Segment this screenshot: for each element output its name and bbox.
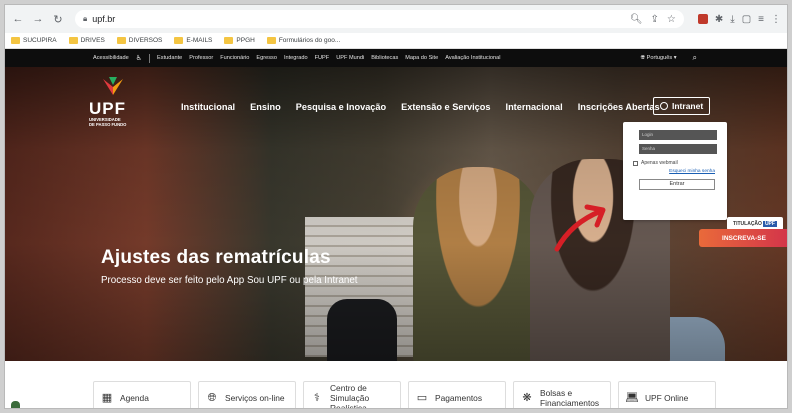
bookmark-drives[interactable]: DRIVES	[68, 37, 105, 44]
topbar-estudante[interactable]: Estudante	[157, 55, 182, 61]
topbar-professor[interactable]: Professor	[189, 55, 213, 61]
bookmark-forms[interactable]: Formulários do goo...	[266, 37, 340, 44]
intranet-button[interactable]: Intranet	[653, 97, 711, 115]
intranet-login-panel: Login Senha Apenas webmail Esqueci minha…	[623, 122, 727, 220]
topbar-avaliacao[interactable]: Avaliação Institucional	[445, 55, 500, 61]
download-icon[interactable]: ⤓	[730, 14, 734, 25]
globe-icon: 🌐︎	[207, 392, 217, 404]
webmail-checkbox[interactable]: Apenas webmail	[633, 160, 721, 166]
folder-icon	[266, 37, 276, 44]
topbar-bibliotecas[interactable]: Bibliotecas	[371, 55, 398, 61]
payment-icon: ▭	[416, 392, 428, 404]
primary-menu: Institucional Ensino Pesquisa e Inovação…	[181, 102, 660, 112]
stethoscope-icon: ⚕	[314, 392, 320, 404]
browser-toolbar: ← → ↻ 🔒︎ upf.br 🔍︎ ⇪ ☆ ✱ ⤓ ▢ ≡ ⋮	[5, 5, 787, 33]
search-icon[interactable]: ⌕	[693, 53, 697, 63]
topbar-mapa-do-site[interactable]: Mapa do Site	[405, 55, 438, 61]
folder-icon	[11, 37, 20, 44]
logo-mark-icon	[103, 77, 123, 95]
search-icon[interactable]: 🔍︎	[630, 14, 643, 25]
lock-icon: 🔒︎	[83, 14, 88, 23]
topbar-integrado[interactable]: Integrado	[284, 55, 308, 61]
list-icon[interactable]: ≡	[758, 14, 764, 25]
browser-window: ← → ↻ 🔒︎ upf.br 🔍︎ ⇪ ☆ ✱ ⤓ ▢ ≡ ⋮ SUCUPIR…	[4, 4, 788, 409]
calendar-icon: ▦	[101, 392, 113, 404]
menu-icon[interactable]: ⋮	[771, 14, 781, 25]
upf-site: Acessibilidade ♿︎ Estudante Professor Fu…	[5, 49, 787, 408]
top-utility-bar: Acessibilidade ♿︎ Estudante Professor Fu…	[5, 49, 787, 67]
checkbox-icon	[633, 160, 638, 166]
inscreva-se-button[interactable]: INSCREVA-SE	[699, 229, 787, 247]
login-field[interactable]: Login	[639, 130, 717, 140]
laptop-icon: 💻︎	[625, 392, 639, 404]
bookmark-star-icon[interactable]: ☆	[667, 14, 676, 25]
topbar-upf-mundi[interactable]: UPF Mundi	[336, 55, 364, 61]
forgot-password-link[interactable]: Esqueci minha senha	[629, 169, 715, 174]
extension-icon[interactable]: ✱	[715, 14, 723, 25]
quick-link-bolsas[interactable]: ❋ Bolsas e Financiamentos	[513, 381, 611, 408]
user-icon	[660, 102, 668, 110]
quick-link-pagamentos[interactable]: ▭ Pagamentos	[408, 381, 506, 408]
android-icon	[11, 401, 20, 408]
address-text: upf.br	[92, 14, 116, 24]
login-submit-button[interactable]: Entrar	[639, 179, 715, 190]
bookmark-diversos[interactable]: DIVERSOS	[116, 37, 162, 44]
forward-icon[interactable]: →	[31, 12, 45, 26]
window-icon[interactable]: ▢	[742, 14, 751, 25]
address-bar[interactable]: 🔒︎ upf.br 🔍︎ ⇪ ☆	[75, 10, 684, 28]
bookmark-sucupira[interactable]: SUCUPIRA	[11, 37, 57, 44]
hero-headline: Ajustes das rematrículas Processo deve s…	[101, 247, 381, 287]
logo-subtitle: DE PASSO FUNDO	[89, 122, 127, 127]
back-icon[interactable]: ←	[11, 12, 25, 26]
nav-ensino[interactable]: Ensino	[250, 102, 281, 112]
folder-icon	[224, 37, 234, 44]
hero-subtitle: Processo deve ser feito pelo App Sou UPF…	[101, 275, 358, 286]
topbar-funcionario[interactable]: Funcionário	[220, 55, 249, 61]
topbar-fupf[interactable]: FUPF	[315, 55, 330, 61]
folder-icon	[116, 37, 126, 44]
nav-institucional[interactable]: Institucional	[181, 102, 235, 112]
hands-icon: ❋	[522, 392, 532, 404]
quick-link-simulacao[interactable]: ⚕ Centro de Simulação Realística	[303, 381, 401, 408]
reload-icon[interactable]: ↻	[51, 12, 65, 26]
logo-text: UPF	[89, 99, 126, 118]
hero-title[interactable]: Ajustes das rematrículas	[101, 247, 381, 269]
topbar-accessibility[interactable]: Acessibilidade	[93, 55, 129, 61]
bookmarks-bar: SUCUPIRA DRIVES DIVERSOS E-MAILS PPGH Fo…	[5, 33, 787, 49]
folder-icon	[68, 37, 78, 44]
folder-icon	[174, 37, 184, 44]
red-arrow-annotation	[554, 204, 606, 252]
quick-link-servicos[interactable]: 🌐︎ Serviços on-line	[198, 381, 296, 408]
pdf-extension-icon[interactable]	[697, 14, 708, 24]
bookmark-ppgh[interactable]: PPGH	[224, 37, 255, 44]
quick-link-agenda[interactable]: ▦ Agenda	[93, 381, 191, 408]
share-icon[interactable]: ⇪	[651, 14, 659, 25]
nav-extensao[interactable]: Extensão e Serviços	[401, 102, 490, 112]
accessibility-icon: ♿︎	[135, 55, 143, 62]
topbar-egresso[interactable]: Egresso	[256, 55, 277, 61]
upf-logo[interactable]: UPF UNIVERSIDADE DE PASSO FUNDO	[89, 77, 139, 127]
nav-internacional[interactable]: Internacional	[506, 102, 563, 112]
nav-inscricoes[interactable]: Inscrições Abertas	[578, 102, 660, 112]
quick-link-upf-online[interactable]: 💻︎ UPF Online	[618, 381, 716, 408]
password-field[interactable]: Senha	[639, 144, 717, 154]
quick-links: ▦ Agenda 🌐︎ Serviços on-line ⚕ Centro de…	[93, 381, 716, 408]
language-select[interactable]: 🌐︎ Português ▾	[641, 55, 677, 62]
nav-pesquisa[interactable]: Pesquisa e Inovação	[296, 102, 386, 112]
bookmark-emails[interactable]: E-MAILS	[174, 37, 212, 44]
divider	[149, 53, 151, 63]
